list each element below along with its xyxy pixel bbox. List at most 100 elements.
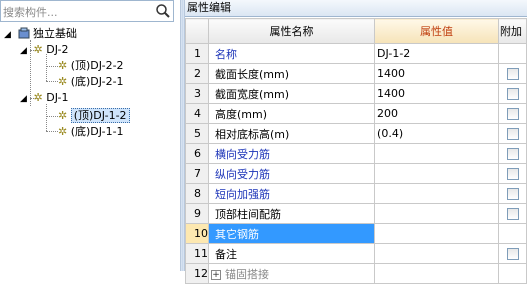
property-value[interactable] xyxy=(374,203,500,224)
extra-checkbox[interactable] xyxy=(506,248,519,260)
gear-icon: ✲ xyxy=(58,125,68,138)
property-name[interactable]: 其它钢筋 xyxy=(207,223,376,244)
extra-checkbox[interactable] xyxy=(506,128,519,140)
property-value[interactable] xyxy=(374,163,500,184)
property-name-text: 相对底标高(m) xyxy=(215,127,290,141)
property-value[interactable] xyxy=(374,143,500,164)
tree-item-dj1-1[interactable]: ✲ (底)DJ-1-1 xyxy=(58,124,124,140)
component-tree-pane: 搜索构件... ◢ 独立基础 ◢ ✲ DJ-2 ✲ (顶)DJ-2-2 ✲ (底… xyxy=(0,0,180,271)
extra-cell xyxy=(498,163,527,184)
property-value[interactable]: DJ-1-2 xyxy=(374,43,500,64)
property-row[interactable]: 10 其它钢筋 xyxy=(185,223,527,244)
property-name-text: 其它钢筋 xyxy=(215,227,259,241)
tree-item-dj2-1[interactable]: ✲ (底)DJ-2-1 xyxy=(58,74,124,90)
row-number: 1 xyxy=(185,43,209,64)
property-name[interactable]: 备注 xyxy=(207,243,376,264)
property-name-text: 截面长度(mm) xyxy=(215,67,290,81)
property-name[interactable]: 截面长度(mm) xyxy=(207,63,376,84)
property-value[interactable] xyxy=(374,223,500,244)
row-number: 12 xyxy=(185,263,209,284)
property-name[interactable]: 高度(mm) xyxy=(207,103,376,124)
property-name-text: 顶部柱间配筋 xyxy=(215,207,281,221)
extra-cell xyxy=(498,103,527,124)
gear-icon: ✲ xyxy=(33,43,43,56)
tree-item-label: (底)DJ-1-1 xyxy=(70,125,124,138)
property-name-text: 截面宽度(mm) xyxy=(215,87,290,101)
extra-cell xyxy=(498,183,527,204)
property-value[interactable]: 1400 xyxy=(374,83,500,104)
expanded-triangle-icon[interactable]: ◢ xyxy=(4,27,14,43)
expanded-triangle-icon[interactable]: ◢ xyxy=(20,43,30,59)
property-row[interactable]: 3 截面宽度(mm) 1400 xyxy=(185,83,527,104)
tree-group-dj2[interactable]: ◢ ✲ DJ-2 xyxy=(20,42,69,58)
property-name-text: 备注 xyxy=(215,247,237,261)
extra-cell xyxy=(498,83,527,104)
property-name-text: 锚固搭接 xyxy=(225,267,269,281)
property-name[interactable]: + 锚固搭接 xyxy=(207,263,376,284)
tree-group-label: DJ-1 xyxy=(46,91,69,104)
property-value[interactable] xyxy=(374,183,500,204)
property-name[interactable]: 短向加强筋 xyxy=(207,183,376,204)
column-header-name[interactable]: 属性名称 xyxy=(207,18,376,44)
row-number: 2 xyxy=(185,63,209,84)
row-number: 3 xyxy=(185,83,209,104)
foundation-icon xyxy=(18,27,29,39)
property-row[interactable]: 6 横向受力筋 xyxy=(185,143,527,164)
property-value[interactable]: (0.4) xyxy=(374,123,500,144)
row-number: 11 xyxy=(185,243,209,264)
column-header-value[interactable]: 属性值 xyxy=(374,18,500,44)
search-input[interactable]: 搜索构件... xyxy=(3,4,58,20)
property-editor-pane: 属性编辑 属性名称 属性值 附加 1 名称 DJ-1-2 2 截面长度(mm) 1400 3… xyxy=(185,0,527,284)
property-name[interactable]: 纵向受力筋 xyxy=(207,163,376,184)
expanded-triangle-icon[interactable]: ◢ xyxy=(20,91,30,107)
row-number: 5 xyxy=(185,123,209,144)
property-name[interactable]: 顶部柱间配筋 xyxy=(207,203,376,224)
property-name-text: 纵向受力筋 xyxy=(215,167,270,181)
property-row[interactable]: 2 截面长度(mm) 1400 xyxy=(185,63,527,84)
search-icon[interactable] xyxy=(154,2,172,20)
row-number: 8 xyxy=(185,183,209,204)
tree-group-label: DJ-2 xyxy=(46,43,69,56)
row-number-header xyxy=(185,18,209,44)
property-row[interactable]: 9 顶部柱间配筋 xyxy=(185,203,527,224)
column-header-extra[interactable]: 附加 xyxy=(498,18,527,44)
property-name[interactable]: 横向受力筋 xyxy=(207,143,376,164)
extra-cell xyxy=(498,243,527,264)
extra-cell xyxy=(498,43,527,64)
extra-checkbox[interactable] xyxy=(506,108,519,120)
expand-plus-icon[interactable]: + xyxy=(211,269,221,280)
row-number: 10 xyxy=(185,223,209,244)
property-value[interactable]: 1400 xyxy=(374,63,500,84)
extra-checkbox[interactable] xyxy=(506,168,519,180)
property-row[interactable]: 7 纵向受力筋 xyxy=(185,163,527,184)
property-name[interactable]: 相对底标高(m) xyxy=(207,123,376,144)
property-value[interactable] xyxy=(374,243,500,264)
extra-cell xyxy=(498,203,527,224)
panel-title-bar: 属性编辑 xyxy=(185,0,527,17)
extra-checkbox[interactable] xyxy=(506,148,519,160)
property-row[interactable]: 1 名称 DJ-1-2 xyxy=(185,43,527,64)
property-row[interactable]: 11 备注 xyxy=(185,243,527,264)
extra-checkbox[interactable] xyxy=(506,188,519,200)
search-box[interactable]: 搜索构件... xyxy=(0,0,174,22)
property-value[interactable]: 200 xyxy=(374,103,500,124)
panel-title: 属性编辑 xyxy=(187,1,231,14)
tree-item-dj2-2[interactable]: ✲ (顶)DJ-2-2 xyxy=(58,58,124,74)
property-row[interactable]: 4 高度(mm) 200 xyxy=(185,103,527,124)
row-number: 6 xyxy=(185,143,209,164)
extra-checkbox[interactable] xyxy=(506,68,519,80)
property-grid: 属性名称 属性值 附加 1 名称 DJ-1-2 2 截面长度(mm) 1400 3 截面宽度(… xyxy=(185,18,527,284)
property-row[interactable]: 5 相对底标高(m) (0.4) xyxy=(185,123,527,144)
property-value[interactable] xyxy=(374,263,500,284)
row-number: 9 xyxy=(185,203,209,224)
property-row[interactable]: 8 短向加强筋 xyxy=(185,183,527,204)
tree-item-label: (底)DJ-2-1 xyxy=(70,75,124,88)
property-name[interactable]: 截面宽度(mm) xyxy=(207,83,376,104)
extra-checkbox[interactable] xyxy=(506,208,519,220)
extra-checkbox[interactable] xyxy=(506,88,519,100)
tree-item-dj1-2[interactable]: ✲ (顶)DJ-1-2 xyxy=(58,108,130,124)
tree-root[interactable]: ◢ 独立基础 xyxy=(4,26,77,42)
tree-group-dj1[interactable]: ◢ ✲ DJ-1 xyxy=(20,90,69,106)
property-row[interactable]: 12 + 锚固搭接 xyxy=(185,263,527,284)
property-name[interactable]: 名称 xyxy=(207,43,376,64)
